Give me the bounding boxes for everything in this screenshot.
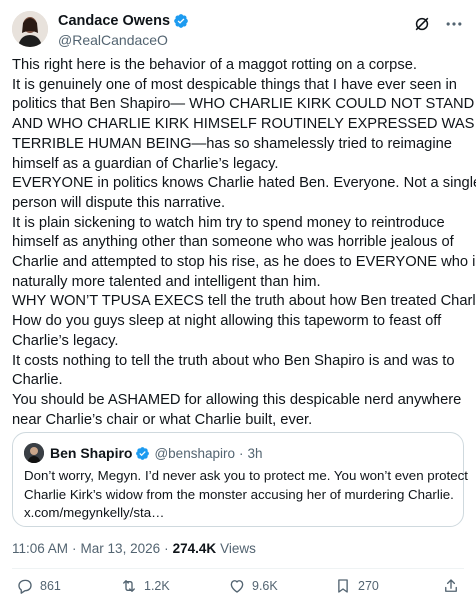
post-date[interactable]: Mar 13, 2026 (81, 541, 161, 556)
views-label: Views (220, 540, 256, 556)
tweet-line: It is plain sickening to watch him try t… (12, 214, 445, 231)
tweet-line: himself as anything other than someone w… (12, 234, 454, 251)
quoted-display-name: Ben Shapiro (50, 445, 133, 461)
quoted-handle: @benshapiro (154, 445, 235, 461)
tweet-line: It costs nothing to tell the truth about… (12, 352, 455, 369)
author-handle[interactable]: @RealCandaceO (58, 31, 189, 49)
more-horizontal-icon[interactable] (444, 14, 464, 34)
repost-count: 1.2K (144, 579, 170, 593)
tweet-line: Charlie’s legacy. (12, 332, 119, 349)
quoted-author-avatar (24, 443, 44, 463)
quoted-tweet[interactable]: Ben Shapiro @benshapiro · 3h Don’t worry… (12, 432, 468, 527)
reply-button[interactable]: 861 (16, 576, 61, 596)
tweet-line: WHY WON’T TPUSA EXECS tell the truth abo… (12, 293, 476, 310)
tweet-timestamp: 11:06 AM · Mar 13, 2026 · 274.4K Views (12, 539, 256, 557)
share-button[interactable] (442, 576, 460, 596)
divider (12, 568, 464, 569)
repost-button[interactable]: 1.2K (120, 576, 170, 596)
tweet-line: TERRIBLE HUMAN BEING—has so shamelessly … (12, 135, 452, 152)
like-count: 9.6K (252, 579, 278, 593)
bookmark-count: 270 (358, 579, 379, 593)
tweet-line: naturally more talented and intelligent … (12, 273, 321, 290)
author-avatar[interactable] (12, 11, 48, 47)
author-display-name[interactable]: Candace Owens (58, 12, 170, 30)
like-button[interactable]: 9.6K (228, 576, 278, 596)
tweet-line: Charlie. (12, 372, 63, 389)
views-count: 274.4K (172, 540, 217, 556)
tweet-line: You should be ASHAMED for allowing this … (12, 391, 462, 408)
action-bar: 861 1.2K 9.6K 270 (12, 576, 464, 596)
reply-icon (18, 579, 32, 594)
verified-badge-icon (136, 446, 150, 460)
tweet-line: Charlie and attempted to stop his rise, … (12, 254, 476, 271)
quoted-line: Don’t worry, Megyn. I’d never ask you to… (24, 468, 468, 483)
quoted-text: Don’t worry, Megyn. I’d never ask you to… (24, 467, 468, 523)
bookmark-button[interactable]: 270 (334, 576, 379, 596)
post-time[interactable]: 11:06 AM (12, 541, 68, 556)
quoted-separator: · (238, 445, 244, 461)
repost-icon (123, 580, 135, 592)
quoted-link[interactable]: x.com/megynkelly/sta… (24, 504, 454, 523)
tweet-line: It is genuinely one of most despicable t… (12, 76, 457, 93)
tweet-line: himself as a guardian of Charlie’s legac… (12, 155, 279, 172)
tweet-line: How do you guys sleep at night allowing … (12, 313, 442, 330)
tweet-line: politics that Ben Shapiro— WHO CHARLIE K… (12, 96, 475, 113)
share-icon (445, 579, 457, 592)
tweet-line: person will dispute this narrative. (12, 194, 226, 211)
quoted-time: 3h (247, 445, 263, 461)
reply-count: 861 (40, 579, 61, 593)
tweet-line: EVERYONE in politics knows Charlie hated… (12, 175, 476, 192)
meta-separator: · (72, 540, 77, 556)
verified-badge-icon (174, 14, 188, 28)
tweet-line: This right here is the behavior of a mag… (12, 57, 417, 73)
tweet-text: This right here is the behavior of a mag… (12, 56, 476, 430)
grok-icon[interactable] (412, 14, 432, 34)
quoted-line: Charlie Kirk’s widow from the monster ac… (24, 486, 454, 502)
bookmark-icon (338, 579, 348, 593)
like-icon (230, 580, 244, 593)
tweet-header: Candace Owens @RealCandaceO (12, 8, 464, 50)
meta-separator: · (164, 540, 169, 556)
tweet-line: AND WHO CHARLIE KIRK HIMSELF ROUTINELY E… (12, 116, 476, 133)
tweet-line: near Charlie’s chair or what Charlie bui… (12, 411, 313, 428)
